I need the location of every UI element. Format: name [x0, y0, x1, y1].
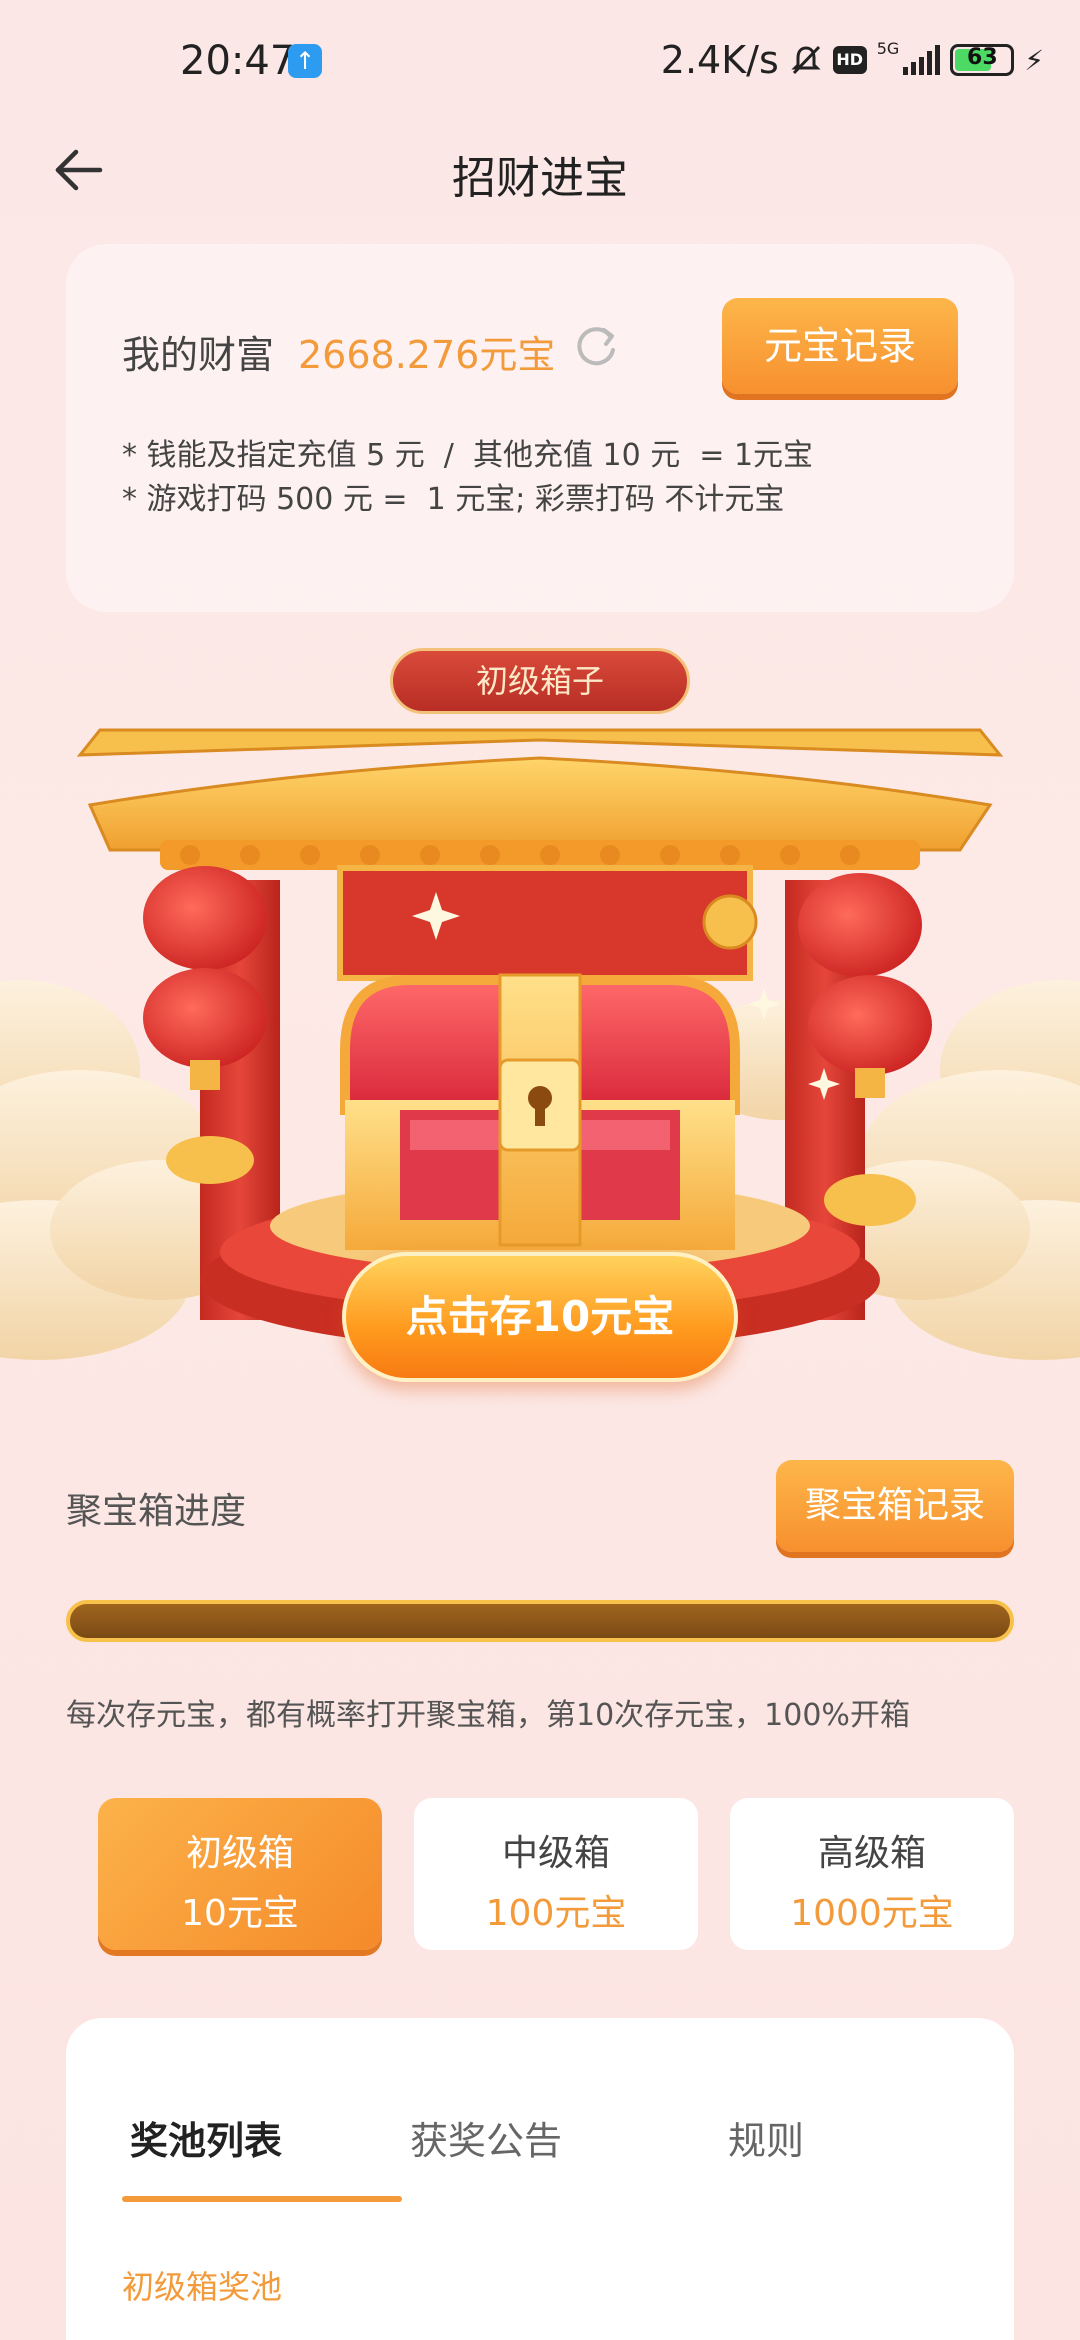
mute-icon [791, 45, 821, 75]
wealth-label: 我的财富 [122, 333, 275, 377]
wealth-value: 2668.276元宝 [298, 333, 556, 377]
status-bar: 20:47 ↑ 2.4K/s HD 5G 63 ⚡ [0, 0, 1080, 120]
hd-icon: HD [832, 46, 867, 74]
wealth-card: 我的财富 2668.276元宝 元宝记录 * 钱能及指定充值 5 元 / 其他充… [66, 244, 1014, 612]
pool-title: 初级箱奖池 [122, 2268, 283, 2306]
page-title: 招财进宝 [452, 153, 628, 204]
tab-winners[interactable]: 获奖公告 [346, 2110, 626, 2165]
tier-price: 10元宝 [181, 1893, 299, 1934]
upload-icon: ↑ [288, 44, 322, 78]
status-time: 20:47 [180, 38, 296, 84]
tier-name: 初级箱 [185, 1833, 294, 1874]
progress-tip: 每次存元宝，都有概率打开聚宝箱，第10次存元宝，100%开箱 [66, 1698, 910, 1733]
tier-name: 中级箱 [501, 1833, 610, 1874]
signal-icon [903, 45, 941, 75]
app-header: 招财进宝 [0, 120, 1080, 220]
tier-card-basic[interactable]: 初级箱 10元宝 [98, 1798, 382, 1950]
battery-icon: 63 [950, 44, 1015, 76]
tier-price: 100元宝 [485, 1893, 627, 1934]
tier-card-medium[interactable]: 中级箱 100元宝 [414, 1798, 698, 1950]
wealth-note-recharge: * 钱能及指定充值 5 元 / 其他充值 10 元 = 1元宝 [122, 438, 814, 473]
tier-card-advanced[interactable]: 高级箱 1000元宝 [730, 1798, 1014, 1950]
refresh-icon[interactable] [570, 320, 622, 372]
progress-label: 聚宝箱进度 [66, 1491, 247, 1532]
treasure-box-record-button[interactable]: 聚宝箱记录 [776, 1460, 1014, 1552]
box-level-tag: 初级箱子 [390, 648, 690, 714]
active-tab-indicator [122, 2196, 402, 2202]
net-speed: 2.4K/s [660, 38, 779, 82]
5g-label-icon: 5G [876, 38, 900, 58]
status-right-group: 2.4K/s HD 5G 63 ⚡ [661, 38, 1044, 82]
yuanbao-record-button[interactable]: 元宝记录 [722, 298, 958, 394]
tab-rules[interactable]: 规则 [626, 2110, 906, 2165]
progress-bar [66, 1600, 1014, 1642]
tier-price: 1000元宝 [790, 1893, 954, 1934]
chest-scene: 初级箱子 点击存10元宝 [0, 640, 1080, 1430]
battery-level: 63 [967, 45, 998, 70]
tier-name: 高级箱 [817, 1833, 926, 1874]
wealth-note-game: * 游戏打码 500 元 = 1 元宝; 彩票打码 不计元宝 [122, 482, 785, 517]
prize-panel: 奖池列表 获奖公告 规则 初级箱奖池 [66, 2018, 1014, 2340]
treasure-chest-icon [340, 973, 740, 1250]
tab-prize-pool[interactable]: 奖池列表 [66, 2110, 346, 2165]
deposit-button[interactable]: 点击存10元宝 [342, 1252, 738, 1382]
charging-icon: ⚡ [1024, 43, 1044, 77]
